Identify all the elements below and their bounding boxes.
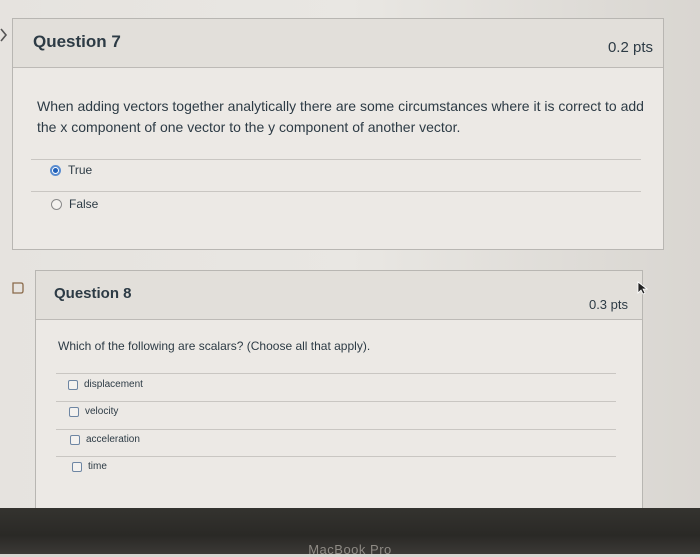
checkbox[interactable] [70,434,80,445]
question-card-7: Question 7 0.2 pts When adding vectors t… [12,18,664,250]
radio-button[interactable] [51,198,62,210]
mouse-pointer-icon [637,281,649,295]
question-text: When adding vectors together analyticall… [37,98,644,135]
question-header: Question 8 0.3 pts [36,271,642,320]
question-card-8: Question 8 0.3 pts Which of the followin… [35,270,643,510]
radio-button-selected[interactable] [50,164,61,176]
chevron-right-icon[interactable] [0,28,8,42]
answer-option-velocity[interactable]: velocity [69,406,118,417]
answer-option-time[interactable]: time [72,461,107,472]
answer-divider [56,456,616,457]
question-title: Question 7 [33,32,121,51]
answer-option-false[interactable]: False [51,197,98,211]
question-points: 0.3 pts [588,297,628,312]
answer-label: False [69,197,99,211]
laptop-bezel: MacBook Pro [0,508,700,557]
screen: Question 7 0.2 pts When adding vectors t… [0,0,700,510]
answer-divider [56,373,616,374]
answer-label: acceleration [86,434,140,445]
question-text: Which of the following are scalars? (Cho… [58,339,371,353]
flag-question-icon[interactable] [11,281,25,295]
answer-label: displacement [84,379,143,390]
answer-option-acceleration[interactable]: acceleration [70,434,140,445]
answer-label: velocity [85,406,119,417]
answer-divider [56,429,616,430]
question-points: 0.2 pts [607,39,653,56]
question-header: Question 7 0.2 pts [13,19,663,68]
device-label: MacBook Pro [308,542,392,557]
checkbox[interactable] [72,461,82,472]
answer-divider [31,159,641,160]
answer-label: True [68,163,93,177]
checkbox[interactable] [68,379,78,390]
checkbox[interactable] [69,406,79,417]
answer-option-true[interactable]: True [50,163,92,177]
answer-option-displacement[interactable]: displacement [68,379,143,390]
answer-divider [31,191,641,192]
answer-label: time [88,461,107,472]
question-title: Question 8 [54,285,132,302]
answer-divider [56,401,616,402]
